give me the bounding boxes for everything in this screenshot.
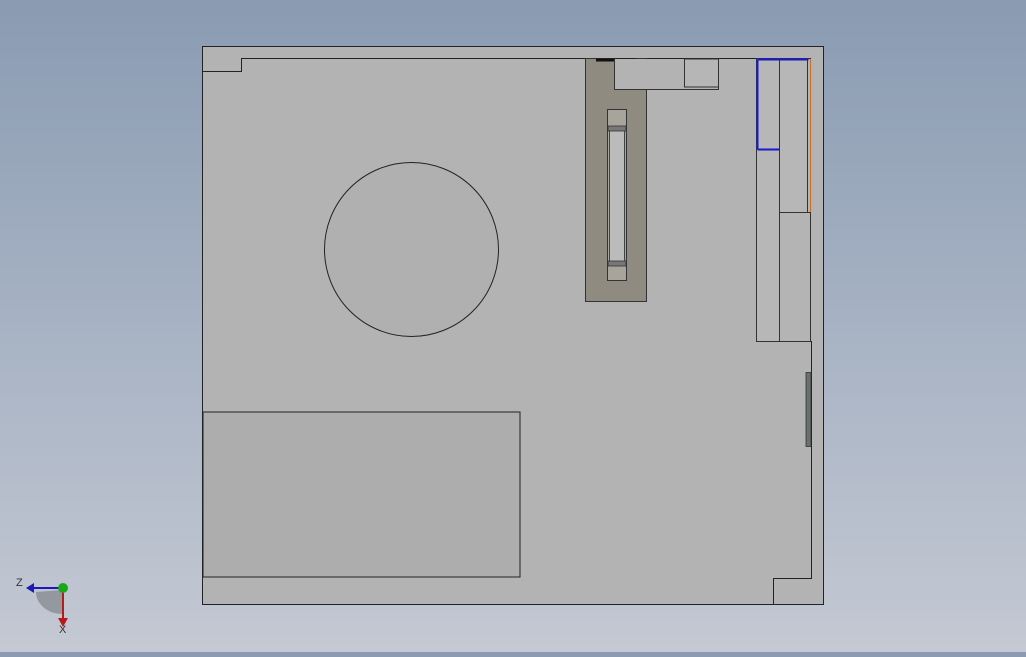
bracket-block[interactable] — [684, 58, 719, 88]
y-axis-dot — [58, 583, 68, 593]
triad-shadow — [36, 590, 62, 614]
bottom-left-block[interactable] — [202, 411, 521, 578]
model-view[interactable]: Z X — [0, 0, 1026, 652]
slot-clip-bottom — [607, 260, 627, 267]
z-axis-arrowhead — [26, 583, 34, 593]
side-tab[interactable] — [805, 372, 812, 447]
coordinate-triad: Z X — [16, 577, 68, 636]
circular-cutout[interactable] — [324, 162, 499, 337]
right-lower-block[interactable] — [779, 212, 811, 342]
z-axis-label: Z — [16, 577, 23, 589]
slot-clip-top — [607, 125, 627, 132]
x-axis-label: X — [59, 624, 67, 636]
cad-viewport[interactable]: Z X — [0, 0, 1026, 652]
rail-inner-bar — [609, 129, 625, 265]
